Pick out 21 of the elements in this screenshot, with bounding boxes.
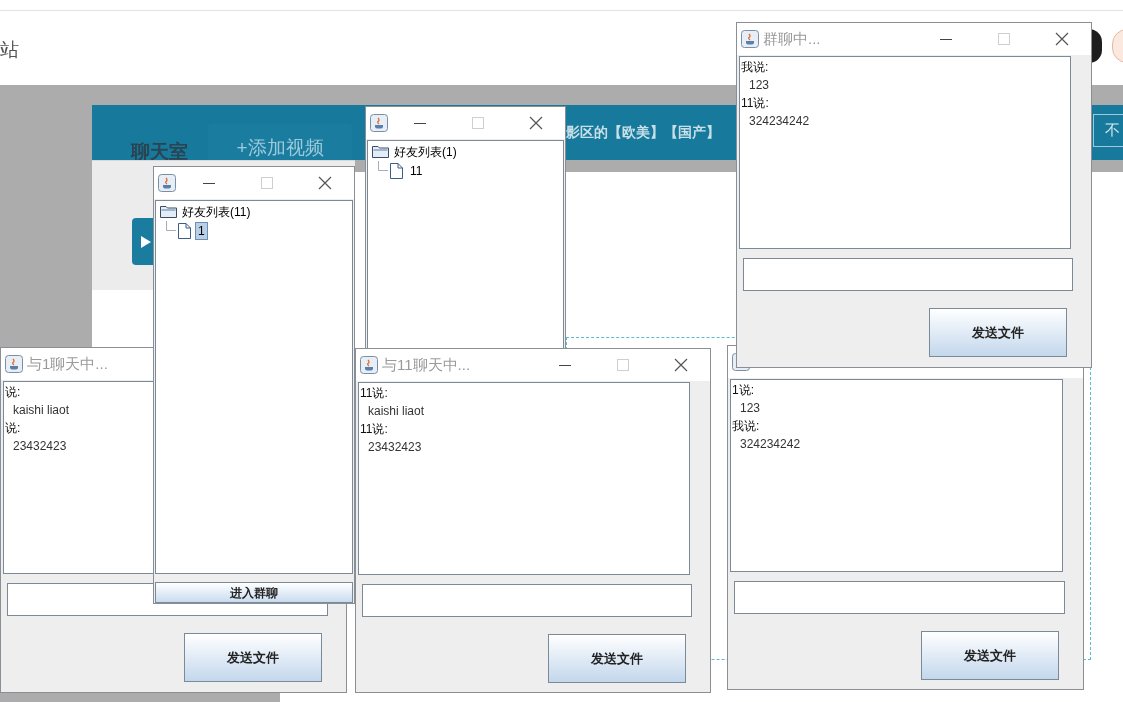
message-text: kaishi liaot — [367, 403, 425, 420]
message-text: 11说: — [359, 385, 388, 402]
banner-text: 影区的【欧美】【国产】 — [566, 123, 720, 142]
message-text: 1说: — [731, 382, 754, 399]
message-text: 说: — [4, 420, 21, 437]
message-text: 说: — [4, 384, 21, 401]
message-text: 我说: — [740, 59, 769, 76]
message-text: 11说: — [740, 95, 769, 112]
message-text: 123 — [739, 400, 761, 417]
message-text: 我说: — [731, 418, 760, 435]
message-text: kaishi liaot — [12, 402, 70, 419]
window-title: 与1聊天中... — [27, 353, 108, 374]
window-title: 群聊中... — [763, 28, 821, 49]
window-title: 与11聊天中... — [382, 354, 471, 375]
message-text: 324234242 — [748, 113, 810, 130]
message-text: 11说: — [359, 421, 388, 438]
message-text: 123 — [748, 77, 770, 94]
section-title: 聊天室 — [131, 140, 188, 164]
message-text: 23432423 — [12, 438, 67, 455]
message-text: 23432423 — [367, 439, 422, 456]
message-text: 324234242 — [739, 436, 801, 453]
